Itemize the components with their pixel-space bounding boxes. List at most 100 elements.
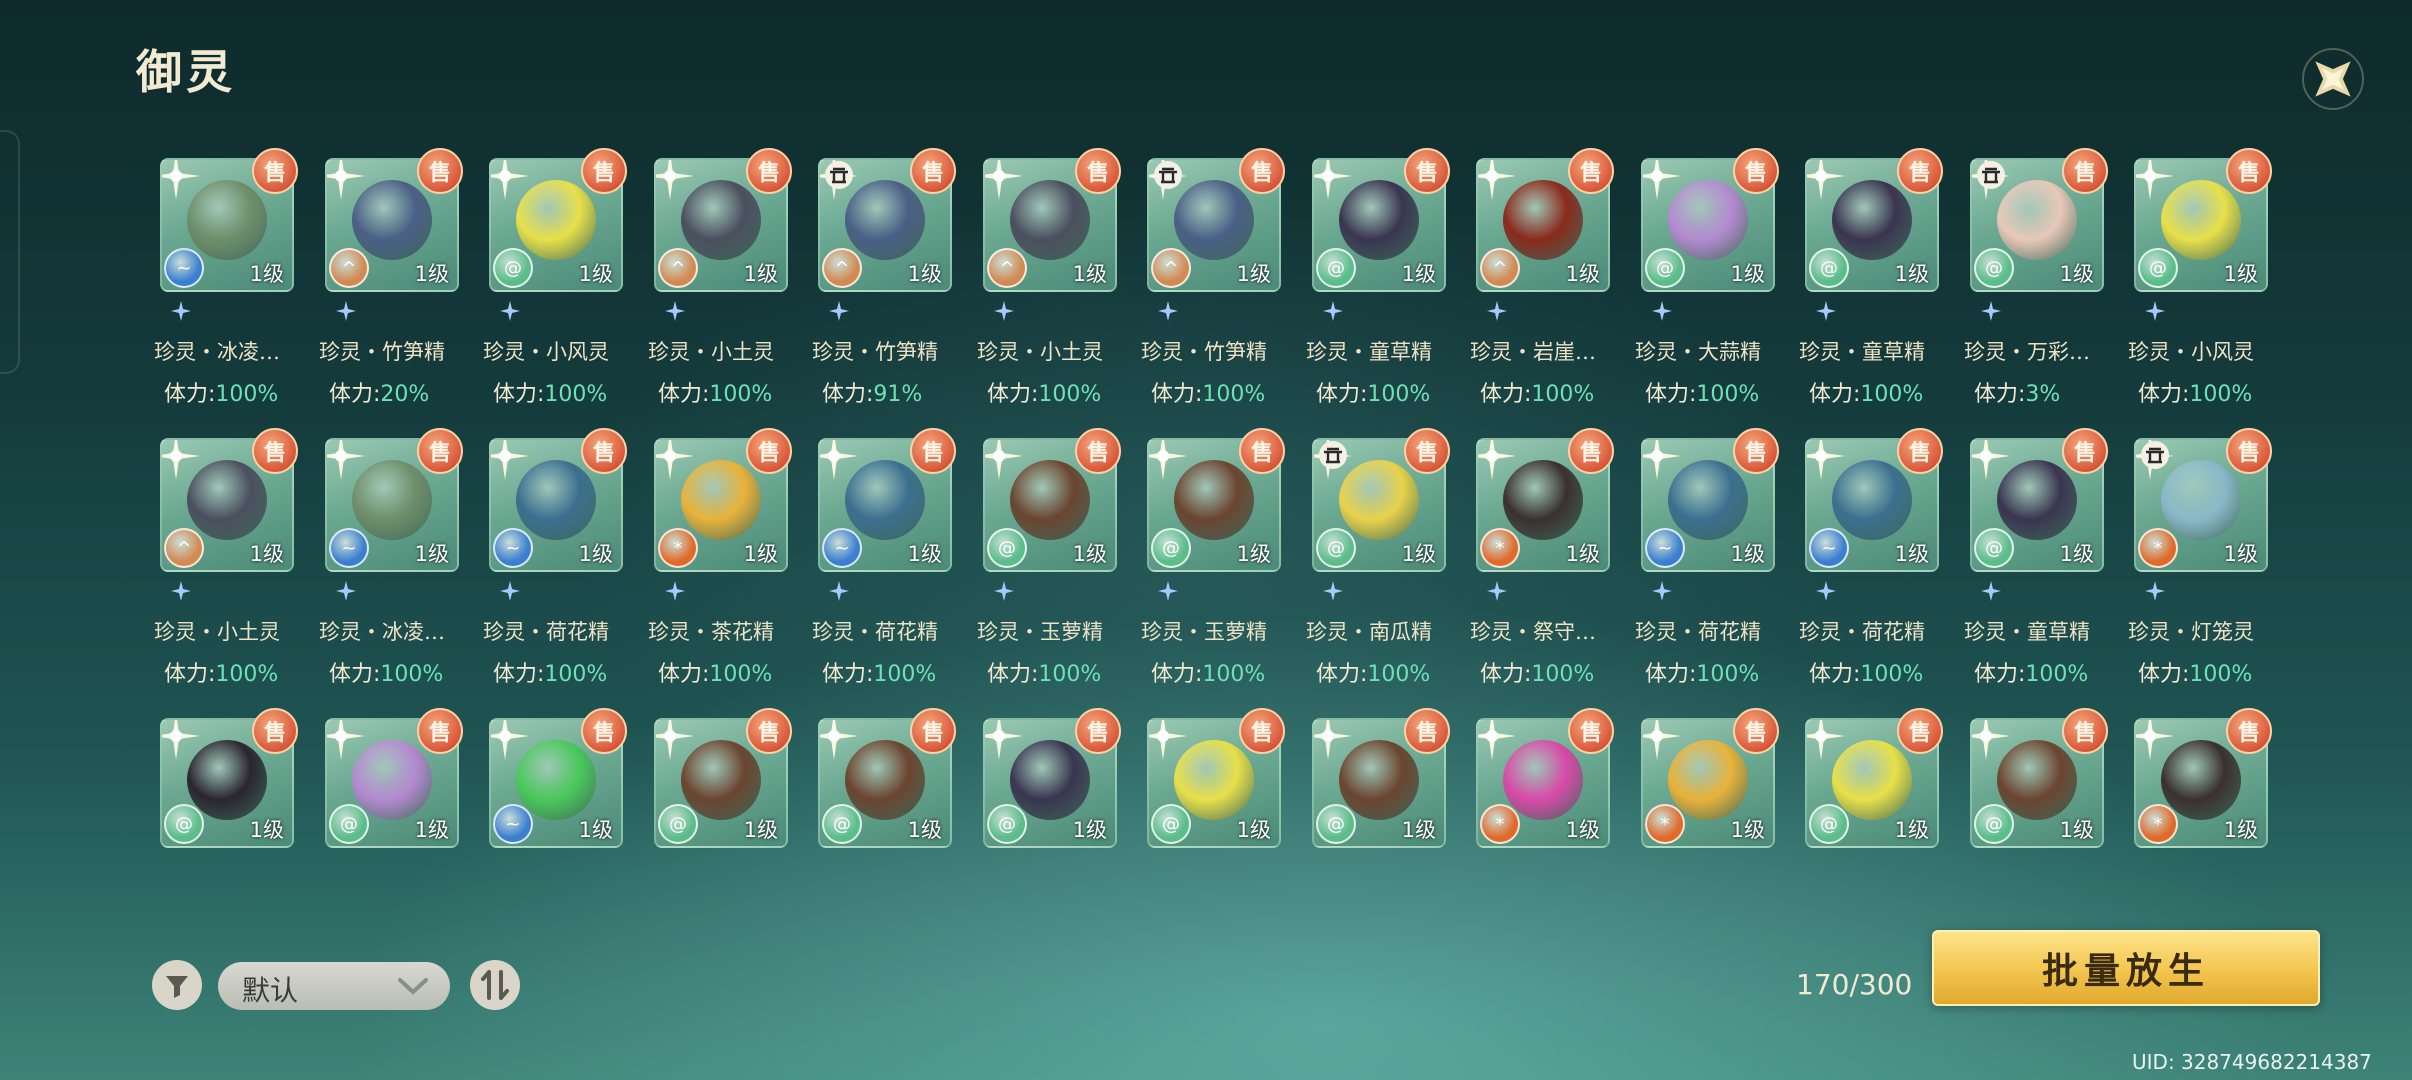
sparkle-icon [1643,720,1681,760]
creature-card[interactable]: @1级 售 [654,708,792,988]
sell-badge-icon[interactable]: 售 [252,708,298,754]
creature-card[interactable]: @1级 售珍灵・玉萝精 体力:100% [977,428,1121,708]
sell-badge-icon[interactable]: 售 [2226,428,2272,474]
creature-card[interactable]: @1级 售 [1805,708,1943,988]
sell-badge-icon[interactable]: 售 [1404,148,1450,194]
stamina-value: 100% [1038,382,1102,407]
star-icon [1158,301,1178,321]
creature-name: 珍灵・小风灵 [483,340,609,364]
creature-card[interactable]: @1级 售珍灵・玉萝精 体力:100% [1141,428,1285,708]
creature-card[interactable]: ~1级 售珍灵・荷花精 体力:100% [812,428,956,708]
sell-badge-icon[interactable]: 售 [746,708,792,754]
sell-badge-icon[interactable]: 售 [1897,428,1943,474]
sell-badge-icon[interactable]: 售 [2226,148,2272,194]
side-pull-tab[interactable] [0,130,20,374]
star-icon [665,301,685,321]
sell-badge-icon[interactable]: 售 [1239,148,1285,194]
level-label: 1级 [1894,262,1929,286]
creature-card[interactable]: @1级 售珍灵・小风灵 体力:100% [2128,148,2272,428]
stamina-value: 100% [873,662,937,687]
creature-card[interactable]: @1级 售 [1147,708,1285,988]
creature-card[interactable]: ^ 1级 售珍灵・岩崖… 体力:100% [1470,148,1614,428]
sell-badge-icon[interactable]: 售 [1733,708,1779,754]
sell-badge-icon[interactable]: 售 [2226,708,2272,754]
sell-badge-icon[interactable]: 售 [1075,428,1121,474]
sell-badge-icon[interactable]: 售 [2062,428,2108,474]
creature-card[interactable]: ^ 1级 售珍灵・小土灵 体力:100% [977,148,1121,428]
sparkle-icon [1149,440,1187,480]
creature-card[interactable]: ^ 1级 售珍灵・竹笋精 体力:20% [319,148,463,428]
sell-badge-icon[interactable]: 售 [1733,428,1779,474]
creature-card[interactable]: @1级 售 [160,708,298,988]
creature-card[interactable]: @1级 售珍灵・小风灵 体力:100% [483,148,627,428]
creature-card[interactable]: @1级 售珍灵・童草精 体力:100% [1306,148,1450,428]
sell-badge-icon[interactable]: 售 [581,708,627,754]
sell-badge-icon[interactable]: 售 [1075,148,1121,194]
batch-release-button[interactable]: 批量放生 [1932,930,2320,1006]
creature-card[interactable]: @1级 售 [983,708,1121,988]
sparkle-icon [1972,720,2010,760]
sell-badge-icon[interactable]: 售 [417,148,463,194]
creature-name: 珍灵・小土灵 [154,620,280,644]
stamina-label: 体力: [658,382,710,407]
creature-card[interactable]: ~1级 售珍灵・荷花精 体力:100% [483,428,627,708]
stamina-value: 100% [1367,382,1431,407]
creature-card[interactable]: @1级 售珍灵・大蒜精 体力:100% [1635,148,1779,428]
sell-badge-icon[interactable]: 售 [746,428,792,474]
creature-card[interactable]: ^ 1级 售珍灵・竹笋精 体力:100% [1141,148,1285,428]
sell-badge-icon[interactable]: 售 [581,148,627,194]
sparkle-icon [1149,720,1187,760]
creature-card[interactable]: @1级 售 [325,708,463,988]
sell-badge-icon[interactable]: 售 [417,428,463,474]
sort-dropdown[interactable]: 默认 [218,962,450,1010]
creature-card[interactable]: ^ 1级 售珍灵・小土灵 体力:100% [648,148,792,428]
sell-badge-icon[interactable]: 售 [1568,428,1614,474]
close-x-icon[interactable] [2298,44,2368,114]
creature-card[interactable]: @1级 售珍灵・童草精 体力:100% [1964,428,2108,708]
filter-button[interactable] [152,960,202,1010]
stamina-label: 体力: [1974,382,2026,407]
sell-badge-icon[interactable]: 售 [1897,708,1943,754]
sell-badge-icon[interactable]: 售 [1239,428,1285,474]
creature-card[interactable]: ~1级 售 [489,708,627,988]
creature-card[interactable]: * 1级 售珍灵・祭守… 体力:100% [1470,428,1614,708]
creature-card[interactable]: ~1级 售珍灵・荷花精 体力:100% [1635,428,1779,708]
creature-card[interactable]: @1级 售 [818,708,956,988]
sell-badge-icon[interactable]: 售 [1404,428,1450,474]
creature-name: 珍灵・冰凌… [154,340,280,364]
creature-card[interactable]: ~1级 售珍灵・荷花精 体力:100% [1799,428,1943,708]
creature-card[interactable]: ^ 1级 售珍灵・小土灵 体力:100% [154,428,298,708]
creature-card[interactable]: ~1级 售珍灵・冰凌… 体力:100% [319,428,463,708]
sell-badge-icon[interactable]: 售 [910,428,956,474]
creature-card[interactable]: * 1级 售 [1641,708,1779,988]
creature-card[interactable]: @1级 售 [1312,708,1450,988]
creature-card[interactable]: * 1级 售 [1476,708,1614,988]
sell-badge-icon[interactable]: 售 [1568,148,1614,194]
sell-badge-icon[interactable]: 售 [1239,708,1285,754]
creature-card[interactable]: * 1级 售珍灵・茶花精 体力:100% [648,428,792,708]
sell-badge-icon[interactable]: 售 [1075,708,1121,754]
sell-badge-icon[interactable]: 售 [417,708,463,754]
sell-badge-icon[interactable]: 售 [910,708,956,754]
sell-badge-icon[interactable]: 售 [2062,708,2108,754]
creature-card[interactable]: @1级 售珍灵・南瓜精 体力:100% [1306,428,1450,708]
creature-card[interactable]: @1级 售珍灵・童草精 体力:100% [1799,148,1943,428]
sell-badge-icon[interactable]: 售 [1404,708,1450,754]
creature-card[interactable]: ~1级 售珍灵・冰凌… 体力:100% [154,148,298,428]
creature-card[interactable]: ^ 1级 售珍灵・竹笋精 体力:91% [812,148,956,428]
sell-badge-icon[interactable]: 售 [252,148,298,194]
creature-card[interactable]: * 1级 售珍灵・灯笼灵 体力:100% [2128,428,2272,708]
creature-name: 珍灵・万彩… [1964,340,2090,364]
sell-badge-icon[interactable]: 售 [1897,148,1943,194]
sell-badge-icon[interactable]: 售 [581,428,627,474]
sell-badge-icon[interactable]: 售 [910,148,956,194]
wind-element-icon: @ [658,804,698,844]
stamina-value: 100% [1860,662,1924,687]
creature-card[interactable]: @1级 售珍灵・万彩… 体力:3% [1964,148,2108,428]
sell-badge-icon[interactable]: 售 [1733,148,1779,194]
sell-badge-icon[interactable]: 售 [1568,708,1614,754]
sort-order-button[interactable] [470,960,520,1010]
sell-badge-icon[interactable]: 售 [746,148,792,194]
sell-badge-icon[interactable]: 售 [252,428,298,474]
sell-badge-icon[interactable]: 售 [2062,148,2108,194]
